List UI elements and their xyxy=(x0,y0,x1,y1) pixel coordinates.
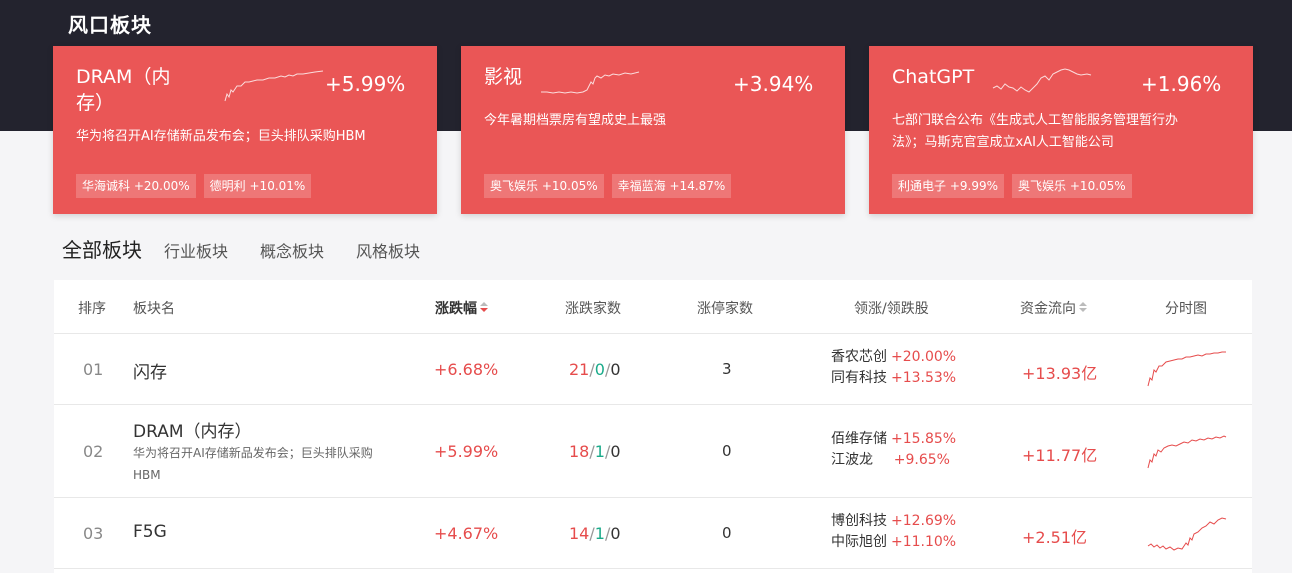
row-rank: 01 xyxy=(83,360,104,379)
row-limit-up: 0 xyxy=(722,524,732,542)
board-tabs: 全部板块 行业板块 概念板块 风格板块 xyxy=(62,234,452,263)
row-leaders: 香农芯创 +20.00% 同有科技 +13.53% xyxy=(831,347,956,389)
row-up-flat-down: 14/1/0 xyxy=(569,524,621,543)
row-fund-flow: +2.51亿 xyxy=(1022,528,1088,547)
row-board-name[interactable]: 闪存 xyxy=(133,358,167,383)
row-sparkline xyxy=(1147,351,1226,387)
hot-card[interactable]: DRAM（内存） +5.99% 华为将召开AI存储新品发布会；巨头排队采购HBM… xyxy=(53,46,437,214)
row-rank: 02 xyxy=(83,442,104,461)
row-board-name[interactable]: DRAM（内存） xyxy=(133,417,252,442)
row-leaders: 佰维存储 +15.85% 江波龙 +9.65% xyxy=(831,429,956,471)
sparkline-chart xyxy=(541,71,640,94)
sparkline-chart xyxy=(992,68,1092,93)
col-leaders: 领涨/领跌股 xyxy=(854,301,929,317)
tab-industry[interactable]: 行业板块 xyxy=(164,238,228,262)
sort-icon xyxy=(1079,302,1087,314)
tab-style[interactable]: 风格板块 xyxy=(356,238,420,262)
row-change: +6.68% xyxy=(434,360,499,379)
sort-icon xyxy=(480,302,488,314)
stock-tag[interactable]: 华海诚科 +20.00% xyxy=(76,174,196,198)
stock-tag[interactable]: 奥飞娱乐 +10.05% xyxy=(1012,174,1132,198)
hot-card-change: +1.96% xyxy=(1141,72,1222,96)
leader-stock[interactable]: 博创科技 +12.69% xyxy=(831,511,956,532)
stock-tag[interactable]: 幸福蓝海 +14.87% xyxy=(611,174,732,198)
hot-card[interactable]: ChatGPT +1.96% 七部门联合公布《生成式人工智能服务管理暂行办法》；… xyxy=(869,46,1253,214)
row-board-desc: 华为将召开AI存储新品发布会；巨头排队采购HBM xyxy=(133,446,373,482)
row-up-flat-down: 21/0/0 xyxy=(569,360,621,379)
leader-stock[interactable]: 佰维存储 +15.85% xyxy=(831,429,956,450)
row-leaders: 博创科技 +12.69% 中际旭创 +11.10% xyxy=(831,511,956,553)
col-counts: 涨跌家数 xyxy=(565,301,621,317)
row-change: +4.67% xyxy=(434,524,499,543)
hot-card[interactable]: 影视 +3.94% 今年暑期档票房有望成史上最强 奥飞娱乐 +10.05% 幸福… xyxy=(461,46,845,214)
leader-stock[interactable]: 香农芯创 +20.00% xyxy=(831,347,956,368)
table-header: 排序 板块名 涨跌幅 涨跌家数 涨停家数 领涨/领跌股 资金流向 分时图 xyxy=(54,280,1252,334)
hot-card-name: DRAM（内存） xyxy=(76,66,171,114)
col-flow[interactable]: 资金流向 xyxy=(1020,298,1087,318)
col-change[interactable]: 涨跌幅 xyxy=(435,298,488,318)
row-limit-up: 3 xyxy=(722,360,732,378)
hot-card-name: ChatGPT xyxy=(892,66,975,88)
row-board-name[interactable]: F5G xyxy=(133,522,167,542)
hot-card-change: +3.94% xyxy=(733,72,814,96)
col-chart: 分时图 xyxy=(1165,301,1207,317)
row-rank: 03 xyxy=(83,524,104,543)
hot-card-desc: 七部门联合公布《生成式人工智能服务管理暂行办法》；马斯克官宣成立xAI人工智能公… xyxy=(892,113,1179,150)
hot-card-change: +5.99% xyxy=(325,72,406,96)
stock-tag[interactable]: 利通电子 +9.99% xyxy=(892,174,1005,198)
col-name: 板块名 xyxy=(133,301,175,317)
row-fund-flow: +11.77亿 xyxy=(1022,446,1098,465)
row-up-flat-down: 18/1/0 xyxy=(569,442,621,461)
col-limit-up: 涨停家数 xyxy=(697,301,753,317)
table-row[interactable]: 03 F5G +4.67% 14/1/0 0 博创科技 +12.69% 中际旭创 +… xyxy=(54,498,1252,569)
section-title: 风口板块 xyxy=(68,13,152,37)
table-row[interactable]: 02 DRAM（内存） 华为将召开AI存储新品发布会；巨头排队采购HBM +5.… xyxy=(54,405,1252,498)
stock-tag[interactable]: 奥飞娱乐 +10.05% xyxy=(484,174,604,198)
tab-concept[interactable]: 概念板块 xyxy=(260,238,324,262)
row-fund-flow: +13.93亿 xyxy=(1022,364,1098,383)
leader-stock[interactable]: 江波龙 +9.65% xyxy=(831,450,950,471)
tab-all[interactable]: 全部板块 xyxy=(62,234,142,263)
leader-stock[interactable]: 中际旭创 +11.10% xyxy=(831,532,956,553)
sparkline-chart xyxy=(224,70,324,102)
table-row[interactable]: 01 闪存 +6.68% 21/0/0 3 香农芯创 +20.00% 同有科技 +1… xyxy=(54,334,1252,405)
leader-stock[interactable]: 同有科技 +13.53% xyxy=(831,368,956,389)
row-change: +5.99% xyxy=(434,442,499,461)
row-limit-up: 0 xyxy=(722,442,732,460)
hot-card-name: 影视 xyxy=(484,66,523,88)
stock-tag[interactable]: 德明利 +10.01% xyxy=(203,174,312,198)
row-sparkline xyxy=(1147,517,1227,551)
hot-card-desc: 今年暑期档票房有望成史上最强 xyxy=(484,113,667,128)
col-rank: 排序 xyxy=(78,301,106,317)
hot-card-desc: 华为将召开AI存储新品发布会；巨头排队采购HBM xyxy=(76,129,366,144)
board-table: 排序 板块名 涨跌幅 涨跌家数 涨停家数 领涨/领跌股 资金流向 分时图 01 … xyxy=(54,280,1252,573)
row-sparkline xyxy=(1147,435,1227,469)
